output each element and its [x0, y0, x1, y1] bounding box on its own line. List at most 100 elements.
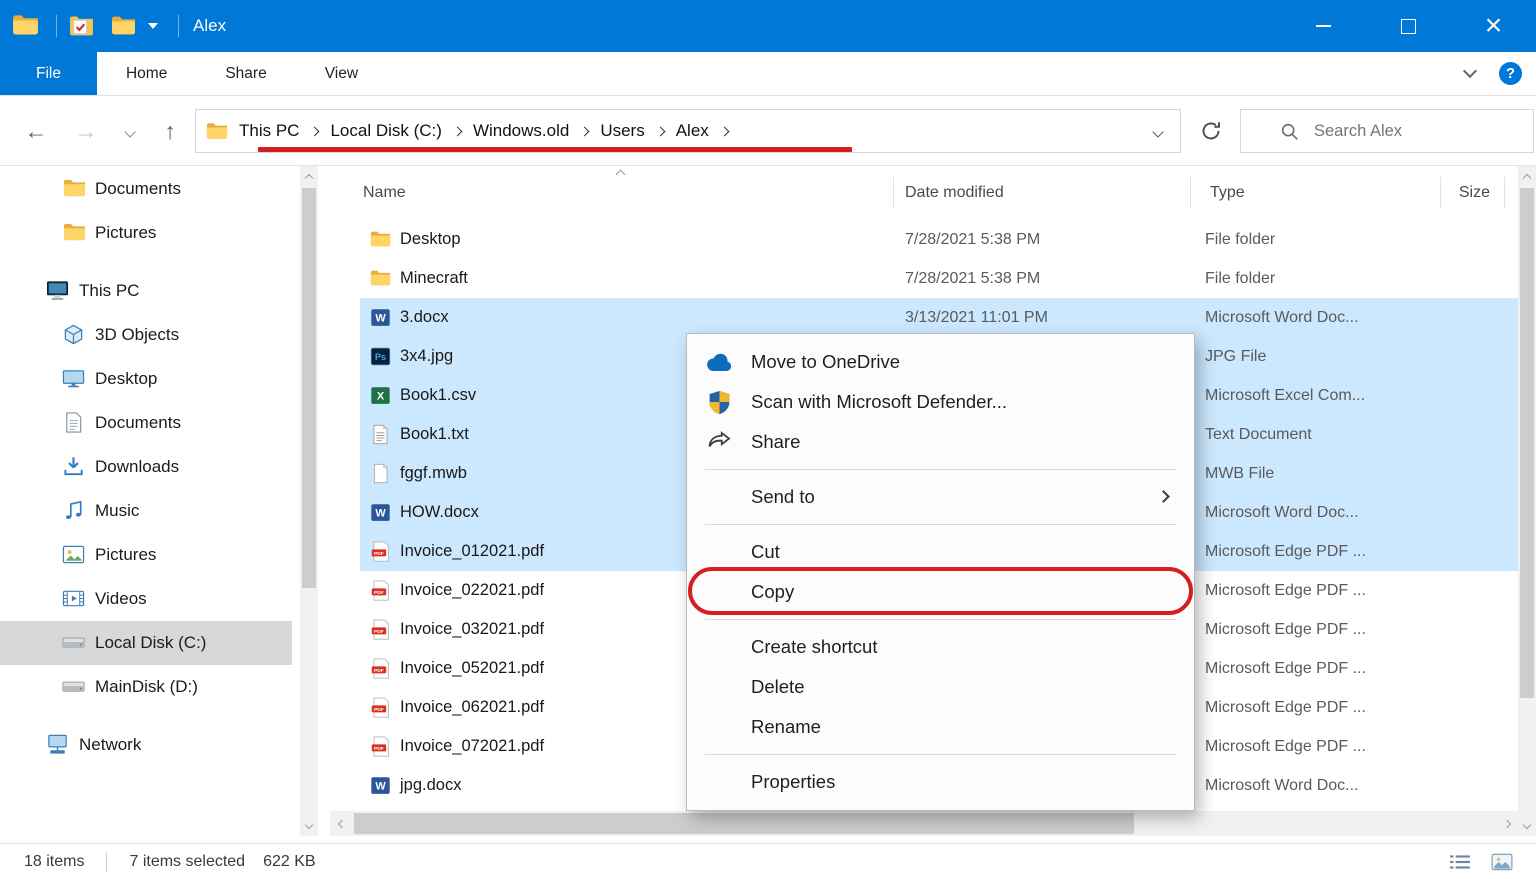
- column-header-type[interactable]: Type: [1210, 168, 1245, 218]
- sidebar-scrollbar[interactable]: [300, 166, 318, 836]
- window-controls: [1281, 0, 1536, 52]
- file-row-desktop[interactable]: Desktop 7/28/2021 5:38 PM File folder: [318, 220, 1518, 259]
- file-row-3-docx[interactable]: W 3.docx 3/13/2021 11:01 PM Microsoft Wo…: [318, 298, 1518, 337]
- menu-item-delete[interactable]: Delete: [687, 667, 1194, 707]
- minimize-button[interactable]: [1281, 0, 1366, 52]
- file-name: 3x4.jpg: [400, 337, 453, 376]
- breadcrumb-chevron-icon[interactable]: [655, 126, 665, 136]
- sidebar-item-this-pc[interactable]: This PC: [0, 269, 292, 313]
- file-name: Minecraft: [400, 259, 468, 298]
- column-divider[interactable]: [1504, 177, 1505, 209]
- svg-text:PDF: PDF: [374, 590, 384, 596]
- qat-new-folder-icon[interactable]: [111, 14, 136, 38]
- maximize-button[interactable]: [1366, 0, 1451, 52]
- scroll-up-icon[interactable]: [1518, 166, 1536, 186]
- sidebar-item-3d-objects[interactable]: 3D Objects: [0, 313, 292, 357]
- menu-item-rename[interactable]: Rename: [687, 707, 1194, 747]
- network-icon: [46, 733, 69, 756]
- search-box[interactable]: [1240, 109, 1534, 153]
- tab-share[interactable]: Share: [196, 52, 295, 95]
- breadcrumb-alex[interactable]: Alex: [671, 121, 714, 141]
- menu-item-send-to[interactable]: Send to: [687, 477, 1194, 517]
- scroll-left-icon[interactable]: [330, 811, 350, 836]
- sidebar-item-documents[interactable]: Documents: [0, 401, 292, 445]
- submenu-chevron-icon: [1157, 490, 1170, 503]
- menu-item-share[interactable]: Share: [687, 422, 1194, 462]
- menu-item-create-shortcut[interactable]: Create shortcut: [687, 627, 1194, 667]
- forward-button[interactable]: [66, 96, 106, 166]
- breadcrumb-chevron-icon[interactable]: [452, 126, 462, 136]
- expand-ribbon-chevron-icon[interactable]: [1463, 64, 1477, 78]
- thumbnails-view-button[interactable]: [1486, 849, 1518, 875]
- folder-icon: [63, 221, 86, 244]
- details-view-button[interactable]: [1444, 849, 1476, 875]
- scroll-right-icon[interactable]: [1498, 811, 1518, 836]
- address-dropdown-chevron-icon[interactable]: [1152, 126, 1163, 137]
- column-divider[interactable]: [1190, 177, 1191, 209]
- refresh-button[interactable]: [1191, 111, 1231, 151]
- documents-icon: [62, 411, 85, 434]
- history-dropdown-icon[interactable]: [124, 126, 135, 137]
- sidebar-group: Network: [0, 723, 300, 767]
- file-row-minecraft[interactable]: Minecraft 7/28/2021 5:38 PM File folder: [318, 259, 1518, 298]
- menu-item-copy[interactable]: Copy: [687, 572, 1194, 612]
- tab-view[interactable]: View: [296, 52, 387, 95]
- qat-properties-icon[interactable]: [69, 14, 94, 38]
- sidebar-item-music[interactable]: Music: [0, 489, 292, 533]
- column-divider[interactable]: [1440, 177, 1441, 209]
- file-type: Text Document: [1205, 415, 1312, 454]
- sidebar-item-downloads[interactable]: Downloads: [0, 445, 292, 489]
- sidebar-group: This PC 3D Objects Desktop Documents Dow…: [0, 269, 300, 709]
- sidebar-item-documents[interactable]: Documents: [0, 167, 292, 211]
- column-header-date-modified[interactable]: Date modified: [905, 168, 1004, 218]
- titlebar: Alex: [0, 0, 1536, 52]
- menu-item-scan-with-microsoft-defender[interactable]: Scan with Microsoft Defender...: [687, 382, 1194, 422]
- sidebar-item-pictures[interactable]: Pictures: [0, 211, 292, 255]
- search-input[interactable]: [1314, 122, 1504, 141]
- scroll-up-icon[interactable]: [300, 166, 318, 186]
- excel-icon: X: [370, 385, 391, 406]
- column-divider[interactable]: [893, 177, 894, 209]
- help-icon[interactable]: [1499, 62, 1522, 85]
- back-button[interactable]: [16, 96, 56, 166]
- menu-separator: [705, 469, 1176, 470]
- qat-dropdown-caret-icon[interactable]: [148, 23, 158, 29]
- up-button[interactable]: [150, 96, 190, 166]
- sidebar-item-videos[interactable]: Videos: [0, 577, 292, 621]
- sidebar-item-maindisk-d[interactable]: MainDisk (D:): [0, 665, 292, 709]
- breadcrumb-users[interactable]: Users: [595, 121, 649, 141]
- horizontal-scrollbar-thumb[interactable]: [354, 813, 1134, 834]
- menu-item-cut[interactable]: Cut: [687, 532, 1194, 572]
- vertical-scrollbar[interactable]: [1518, 166, 1536, 836]
- tab-home[interactable]: Home: [97, 52, 196, 95]
- menu-item-move-to-onedrive[interactable]: Move to OneDrive: [687, 342, 1194, 382]
- pdf-icon: PDF: [370, 541, 391, 562]
- sidebar-item-pictures[interactable]: Pictures: [0, 533, 292, 577]
- breadcrumb-this-pc[interactable]: This PC: [234, 121, 304, 141]
- breadcrumb-windows-old[interactable]: Windows.old: [468, 121, 574, 141]
- folder-icon: [63, 177, 86, 200]
- scroll-down-icon[interactable]: [300, 816, 318, 836]
- sidebar-item-desktop[interactable]: Desktop: [0, 357, 292, 401]
- scroll-down-icon[interactable]: [1518, 816, 1536, 836]
- tab-file[interactable]: File: [0, 52, 97, 95]
- vertical-scrollbar-thumb[interactable]: [1520, 188, 1534, 698]
- onedrive-icon: [706, 349, 733, 376]
- horizontal-scrollbar[interactable]: [330, 811, 1518, 836]
- breadcrumb-chevron-icon[interactable]: [310, 126, 320, 136]
- sidebar-item-network[interactable]: Network: [0, 723, 292, 767]
- close-button[interactable]: [1451, 0, 1536, 52]
- music-icon: [62, 499, 85, 522]
- breadcrumb-local-disk-c[interactable]: Local Disk (C:): [325, 121, 446, 141]
- sidebar-item-local-disk-c[interactable]: Local Disk (C:): [0, 621, 292, 665]
- menu-item-properties[interactable]: Properties: [687, 762, 1194, 802]
- column-header-size[interactable]: Size: [1424, 168, 1490, 218]
- file-name: fggf.mwb: [400, 454, 467, 493]
- file-type: Microsoft Edge PDF ...: [1205, 649, 1366, 688]
- column-header-name[interactable]: Name: [363, 168, 406, 218]
- window-title: Alex: [193, 0, 226, 52]
- file-explorer-window: Alex File Home Share View This PC Local D…: [0, 0, 1536, 879]
- breadcrumb-chevron-icon[interactable]: [580, 126, 590, 136]
- sidebar-scrollbar-thumb[interactable]: [302, 188, 316, 588]
- breadcrumb-chevron-icon[interactable]: [719, 126, 729, 136]
